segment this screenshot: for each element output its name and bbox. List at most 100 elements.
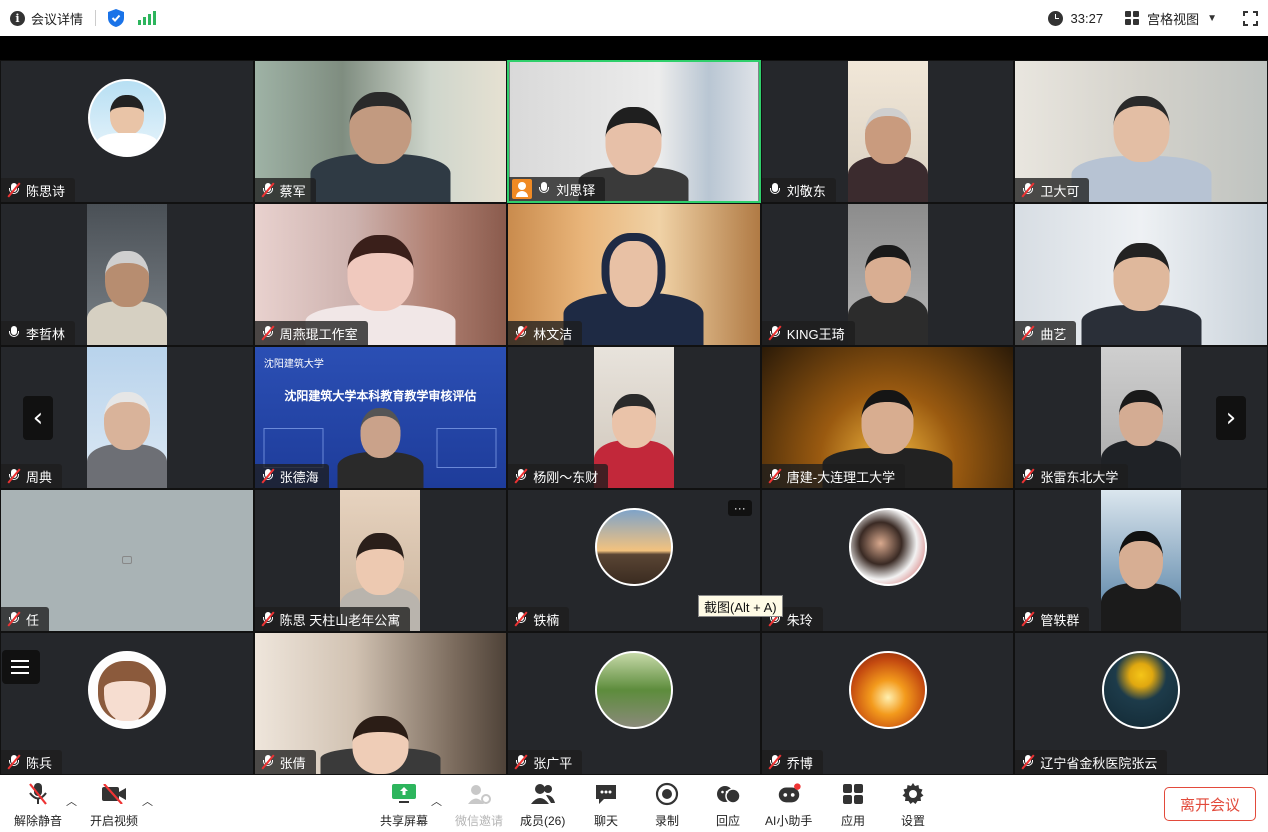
video-tile[interactable]: 刘敬东 — [760, 60, 1015, 203]
record-icon — [654, 781, 680, 807]
network-signal-icon[interactable] — [138, 11, 157, 25]
participant-nametag: 管轶群 — [1015, 607, 1090, 631]
chevron-up-icon[interactable]: ︿ — [142, 793, 153, 809]
participant-avatar — [848, 651, 927, 729]
mic-muted-icon — [25, 781, 51, 807]
mic-muted-icon — [261, 325, 275, 341]
video-tile[interactable]: 朱玲 — [760, 489, 1015, 632]
record-button[interactable]: 录制 — [654, 781, 680, 829]
unmute-button[interactable]: 解除静音 — [14, 781, 62, 829]
video-tile[interactable]: 辽宁省金秋医院张云 — [1014, 632, 1268, 775]
video-tile[interactable]: 卫大可 — [1014, 60, 1268, 203]
participant-nametag: 陈思诗 — [1, 178, 76, 202]
bottom-toolbar: 解除静音 ︿ 开启视频 ︿ 共享屏幕 ︿ 微信邀请 成员(26) 聊天 录制 回… — [0, 775, 1268, 832]
screenshot-tooltip: 截图(Alt + A) — [698, 595, 783, 617]
participant-nametag: 周典 — [1, 464, 63, 488]
apps-button[interactable]: 应用 — [840, 781, 866, 829]
participant-list-toggle-icon[interactable] — [2, 650, 40, 684]
mic-muted-icon — [1021, 754, 1035, 770]
participant-avatar — [594, 651, 673, 729]
video-tile[interactable]: 杨刚～东财 — [507, 346, 761, 489]
mic-muted-icon — [1021, 182, 1035, 198]
school-logo-text: 沈阳建筑大学 — [263, 359, 324, 370]
mic-muted-icon — [7, 182, 21, 198]
mic-muted-icon — [768, 468, 782, 484]
video-tile[interactable]: 林文洁 — [507, 203, 761, 346]
participant-nametag: 林文洁 — [508, 321, 583, 345]
more-options-button[interactable]: ··· — [727, 500, 752, 516]
info-icon[interactable]: i — [10, 10, 25, 26]
participant-nametag: 李哲林 — [1, 321, 76, 345]
wechat-invite-button[interactable]: 微信邀请 — [455, 781, 503, 829]
video-tile[interactable]: 蔡军 — [253, 60, 508, 203]
participant-avatar — [87, 79, 166, 157]
security-shield-icon[interactable] — [108, 9, 125, 27]
video-tile-screen-share[interactable]: 沈阳建筑大学 沈阳建筑大学本科教育教学审核评估 张德海 — [253, 346, 508, 489]
video-tile[interactable]: 乔博 — [760, 632, 1015, 775]
mic-icon — [768, 183, 782, 197]
participant-nametag: 卫大可 — [1015, 178, 1090, 202]
host-badge-icon — [512, 179, 533, 199]
leave-meeting-button[interactable]: 离开会议 — [1164, 787, 1256, 821]
participant-nametag: 刘思铎 — [509, 177, 606, 201]
video-tile[interactable]: 曲艺 — [1014, 203, 1268, 346]
video-tile-active-speaker[interactable]: 刘思铎 — [507, 60, 761, 203]
participant-avatar — [594, 508, 673, 586]
share-screen-button[interactable]: 共享屏幕 — [380, 781, 428, 829]
mic-icon — [537, 182, 551, 196]
video-tile[interactable]: 陈思诗 — [0, 60, 254, 203]
participant-nametag: 张广平 — [508, 750, 583, 774]
video-tile[interactable]: 李哲林 — [0, 203, 254, 346]
participant-nametag: KING王琦 — [761, 321, 855, 345]
video-tile[interactable]: 任 — [0, 489, 254, 632]
video-tile[interactable]: 陈思 天柱山老年公寓 — [253, 489, 508, 632]
next-page-arrow[interactable]: › — [1216, 396, 1246, 440]
participant-avatar — [87, 651, 166, 729]
mic-muted-icon — [261, 611, 275, 627]
fullscreen-icon[interactable] — [1243, 10, 1258, 26]
mic-muted-icon — [7, 468, 21, 484]
grid-view-icon[interactable] — [1125, 11, 1140, 25]
video-tile[interactable]: 张广平 — [507, 632, 761, 775]
video-tile[interactable]: 唐建-大连理工大学 — [760, 346, 1015, 489]
participant-nametag: 张雷东北大学 — [1015, 464, 1129, 488]
participant-nametag: 乔博 — [761, 750, 823, 774]
video-tile[interactable]: 张倩 — [253, 632, 508, 775]
reaction-button[interactable]: 回应 — [715, 781, 741, 829]
video-grid: 陈思诗 蔡军 刘思铎 刘敬东 卫大可 李哲林 周燕琨工作室 林文洁 KING王琦… — [0, 60, 1268, 775]
participant-nametag: 任 — [1, 607, 50, 631]
chevron-up-icon[interactable]: ︿ — [431, 793, 442, 809]
video-tile[interactable]: 周燕琨工作室 — [253, 203, 508, 346]
chevron-up-icon[interactable]: ︿ — [66, 793, 77, 809]
mic-muted-icon — [768, 325, 782, 341]
mic-muted-icon — [261, 182, 275, 198]
participant-nametag: 刘敬东 — [761, 178, 836, 202]
participant-avatar — [1102, 651, 1181, 729]
participant-nametag: 铁楠 — [508, 607, 570, 631]
video-tile[interactable]: KING王琦 — [760, 203, 1015, 346]
members-button[interactable]: 成员(26) — [520, 781, 565, 829]
video-area-header-strip — [0, 36, 1268, 60]
mic-muted-icon — [1021, 325, 1035, 341]
participant-nametag: 张德海 — [254, 464, 329, 488]
mic-icon — [7, 326, 21, 340]
meeting-info-link[interactable]: 会议详情 — [31, 9, 83, 28]
previous-page-arrow[interactable]: ‹ — [23, 396, 53, 440]
settings-button[interactable]: 设置 — [900, 781, 926, 829]
chevron-down-icon[interactable]: ▼ — [1207, 13, 1217, 24]
top-bar: i 会议详情 33:27 宫格视图 ▼ — [0, 0, 1268, 36]
participant-avatar — [848, 508, 927, 586]
mic-muted-icon — [514, 325, 528, 341]
start-video-button[interactable]: 开启视频 — [90, 781, 138, 829]
members-icon — [530, 781, 556, 807]
mic-muted-icon — [1021, 468, 1035, 484]
video-tile[interactable]: 管轶群 — [1014, 489, 1268, 632]
camera-off-icon — [101, 781, 127, 807]
mic-muted-icon — [1021, 611, 1035, 627]
ai-assistant-button[interactable]: AI小助手 — [765, 781, 812, 829]
camera-off-icon — [121, 556, 132, 564]
chat-button[interactable]: 聊天 — [593, 781, 619, 829]
mic-muted-icon — [261, 468, 275, 484]
view-mode-selector[interactable]: 宫格视图 — [1147, 9, 1199, 28]
mic-muted-icon — [261, 754, 275, 770]
